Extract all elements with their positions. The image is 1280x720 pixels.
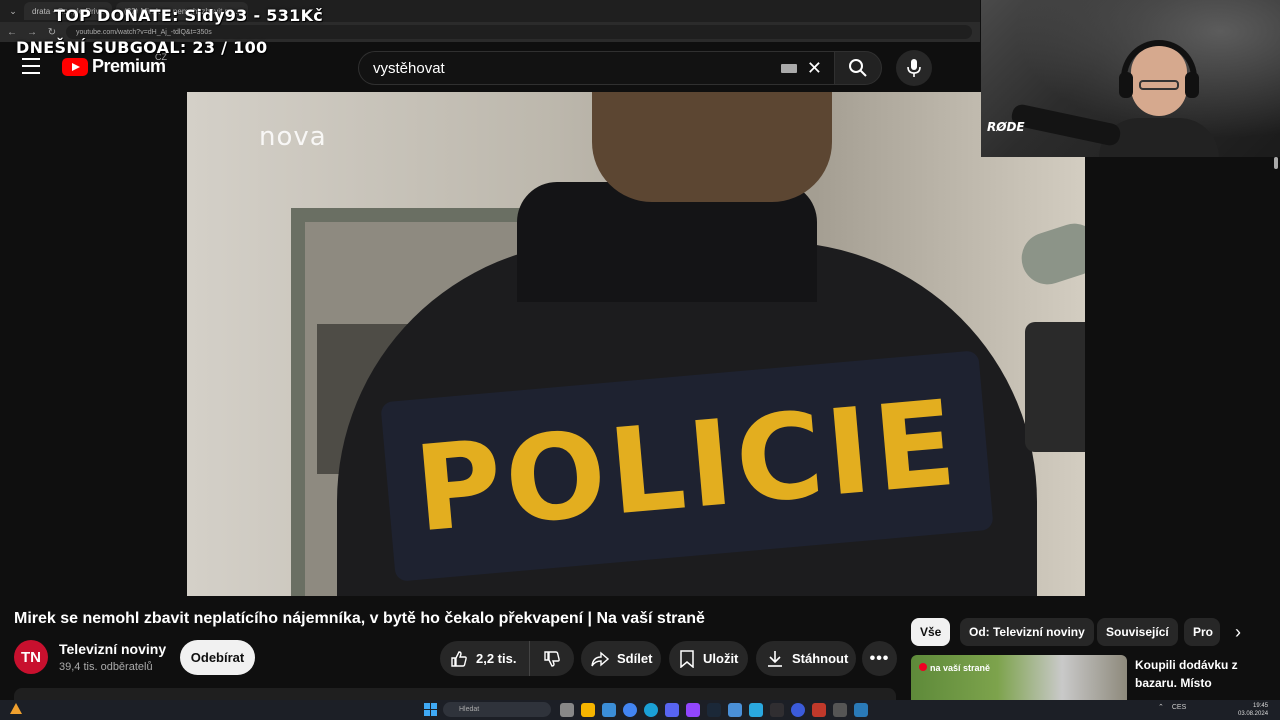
streamer-webcam: RØDE <box>981 0 1280 157</box>
video-player[interactable]: POLICIE nova <box>187 92 1085 596</box>
like-count: 2,2 tis. <box>476 651 517 666</box>
chip-for-you[interactable]: Pro <box>1184 618 1220 646</box>
thumbs-down-icon <box>544 650 560 667</box>
share-button[interactable]: Sdílet <box>581 641 661 676</box>
forward-icon[interactable]: → <box>26 27 38 38</box>
chip-from-channel[interactable]: Od: Televizní noviny <box>960 618 1094 646</box>
thumbnail-tag: na vaší straně <box>919 663 990 673</box>
keyboard-icon[interactable] <box>780 63 797 73</box>
task-view-icon[interactable] <box>560 703 574 717</box>
steam-icon[interactable] <box>707 703 721 717</box>
share-icon <box>591 650 609 667</box>
clock-date: 03.08.2024 <box>1238 711 1269 717</box>
tab-list-icon[interactable]: ⌄ <box>6 6 20 17</box>
download-button[interactable]: Stáhnout <box>756 641 856 676</box>
language-indicator[interactable]: CES <box>1172 704 1186 711</box>
taskbar-clock[interactable]: 19:45 03.08.2024 <box>1238 702 1268 718</box>
nova-watermark: nova <box>259 122 327 152</box>
subgoal-overlay: DNEŠNÍ SUBGOAL: 23 / 100 <box>16 38 268 57</box>
app-icon[interactable] <box>812 703 826 717</box>
chrome-icon[interactable] <box>623 703 637 717</box>
thumbs-up-icon <box>451 650 467 667</box>
clear-search-icon[interactable]: ✕ <box>807 58 822 79</box>
system-tray: ⌃ CES <box>1158 703 1186 712</box>
description-box[interactable] <box>14 688 896 700</box>
menu-icon[interactable] <box>22 58 40 74</box>
warning-icon[interactable] <box>10 703 22 714</box>
clock-time: 19:45 <box>1253 703 1269 709</box>
top-donate-overlay: TOP DONATE: Sidy93 - 531Kč <box>54 6 324 25</box>
taskbar-apps <box>560 703 868 717</box>
page-scrollbar[interactable] <box>1272 157 1280 597</box>
app-icon[interactable] <box>854 703 868 717</box>
discord-icon[interactable] <box>665 703 679 717</box>
app-icon[interactable] <box>728 703 742 717</box>
microphone-icon <box>907 59 921 77</box>
video-title: Mirek se nemohl zbavit neplatícího nájem… <box>14 610 705 627</box>
taskbar-search[interactable]: Hledat <box>443 702 551 717</box>
download-icon <box>768 650 782 667</box>
chip-related[interactable]: Související <box>1097 618 1178 646</box>
windows-taskbar: Hledat ⌃ CES 19:45 03.08.2024 <box>0 700 1280 720</box>
recommendation-title[interactable]: Koupili dodávku z bazaru. Místo <box>1135 656 1265 700</box>
app-icon[interactable] <box>833 703 847 717</box>
url-field[interactable]: youtube.com/watch?v=dH_Aj_-tdlQ&t=350s <box>66 25 972 39</box>
obs-icon[interactable] <box>770 703 784 717</box>
windows-start-icon[interactable] <box>424 703 437 716</box>
edge-icon[interactable] <box>644 703 658 717</box>
twitch-icon[interactable] <box>686 703 700 717</box>
share-label: Sdílet <box>617 651 653 666</box>
app-icon[interactable] <box>791 703 805 717</box>
youtube-play-icon <box>62 57 88 76</box>
rode-logo: RØDE <box>987 120 1025 134</box>
download-label: Stáhnout <box>792 651 849 666</box>
channel-avatar[interactable]: TN <box>14 640 48 674</box>
search-input[interactable] <box>373 59 781 77</box>
dislike-button[interactable] <box>530 641 574 676</box>
like-dislike-group: 2,2 tis. <box>440 641 574 676</box>
chevron-up-icon[interactable]: ⌃ <box>1158 703 1164 711</box>
search-box: ✕ <box>358 51 834 85</box>
channel-name[interactable]: Televizní noviny <box>59 641 166 657</box>
save-label: Uložit <box>703 651 739 666</box>
search-icon <box>849 59 867 77</box>
chevron-right-icon[interactable]: › <box>1224 618 1252 646</box>
store-icon[interactable] <box>602 703 616 717</box>
patch-text: POLICIE <box>409 373 965 559</box>
like-button[interactable]: 2,2 tis. <box>440 641 530 676</box>
back-icon[interactable]: ← <box>6 27 18 38</box>
tv-camera <box>1025 322 1085 452</box>
recommendation-thumbnail[interactable]: na vaší straně <box>911 655 1127 700</box>
app-icon[interactable] <box>749 703 763 717</box>
bookmark-icon <box>680 649 694 668</box>
youtube-premium-logo[interactable]: Premium CZ <box>62 52 167 77</box>
reload-icon[interactable]: ↻ <box>46 27 58 38</box>
subscribe-button[interactable]: Odebírat <box>180 640 255 675</box>
search-button[interactable] <box>834 51 882 85</box>
save-button[interactable]: Uložit <box>669 641 748 676</box>
chip-all[interactable]: Vše <box>911 618 951 646</box>
subscriber-count: 39,4 tis. odběratelů <box>59 661 153 673</box>
more-actions-button[interactable]: ••• <box>862 641 897 676</box>
voice-search-button[interactable] <box>896 50 932 86</box>
explorer-icon[interactable] <box>581 703 595 717</box>
